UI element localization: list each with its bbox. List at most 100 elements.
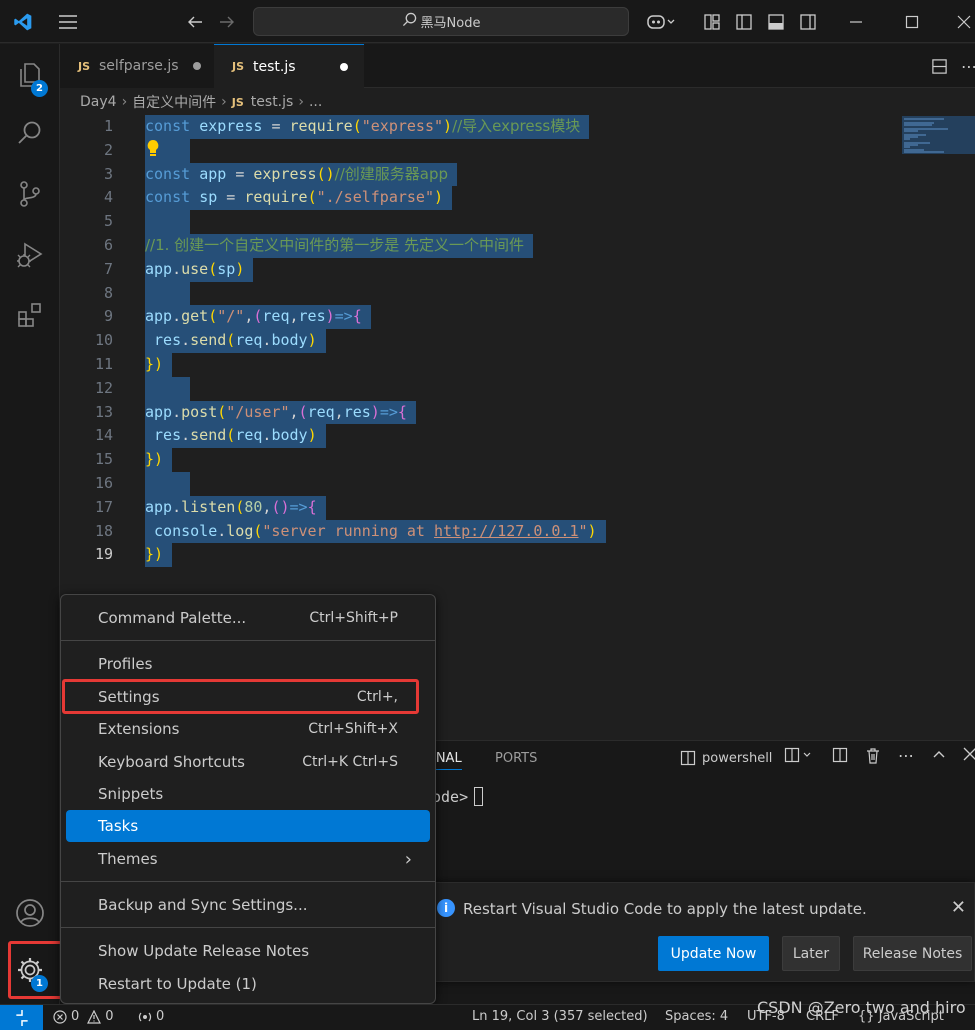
ports-indicator[interactable]: 0 <box>138 1009 164 1024</box>
menu-item-extensions[interactable]: Extensions Ctrl+Shift+X <box>66 713 430 745</box>
breadcrumb-folder[interactable]: Day4 <box>80 94 117 110</box>
explorer-icon[interactable]: 2 <box>0 49 60 101</box>
menu-separator <box>61 640 435 641</box>
code-line[interactable]: app.get("/",(req,res)=>{ <box>145 305 371 330</box>
split-view-icon[interactable] <box>832 747 848 767</box>
broadcast-icon <box>138 1012 152 1021</box>
indentation[interactable]: Spaces: 4 <box>665 1009 728 1024</box>
code-line[interactable]: }) <box>145 543 173 568</box>
explorer-badge: 2 <box>31 80 48 97</box>
menu-item-snippets[interactable]: Snippets <box>66 778 430 810</box>
problems-indicator[interactable]: 0 0 <box>53 1009 114 1024</box>
command-center-search[interactable]: 黑马Node <box>253 7 629 36</box>
minimap[interactable] <box>902 116 975 154</box>
split-editor-icon[interactable] <box>926 44 952 88</box>
code-line[interactable]: }) <box>145 448 173 472</box>
tab-test[interactable]: JS test.js <box>214 44 364 88</box>
search-icon <box>402 12 417 31</box>
highlight-settings <box>62 679 419 714</box>
maximize-icon[interactable] <box>898 0 926 43</box>
tab-terminal[interactable]: INAL <box>432 751 462 770</box>
code-line[interactable]: const app = express()//创建服务器app <box>145 162 458 187</box>
code-line[interactable]: app.listen(80,()=>{ <box>145 495 326 520</box>
terminal-cursor <box>474 787 484 806</box>
search-view-icon[interactable] <box>0 107 60 159</box>
code-editor[interactable]: 1 2 3 4 5 6 7 8 9 10 11 12 13 14 15 16 17 18 19 const expr… <box>60 114 975 574</box>
copilot-icon[interactable] <box>640 0 682 43</box>
code-line[interactable]: //1. 创建一个自定义中间件的第一步是 先定义一个中间件 <box>145 234 533 258</box>
back-arrow-icon[interactable] <box>182 0 208 43</box>
more-actions-icon[interactable]: ⋯ <box>956 44 975 88</box>
unsaved-dot-icon <box>192 62 201 70</box>
customize-layout-icon[interactable] <box>700 0 724 43</box>
code-line[interactable] <box>145 376 191 401</box>
update-now-button[interactable]: Update Now <box>658 936 769 971</box>
menu-item-show-release-notes[interactable]: Show Update Release Notes <box>66 935 430 967</box>
terminal-prompt: ode> <box>432 787 469 806</box>
menu-item-command-palette[interactable]: Command Palette... Ctrl+Shift+P <box>66 602 430 634</box>
menu-separator <box>61 927 435 928</box>
breadcrumb-file[interactable]: test.js <box>251 94 294 110</box>
close-notification-icon[interactable]: ✕ <box>951 897 966 918</box>
update-notification: i Restart Visual Studio Code to apply th… <box>428 882 975 982</box>
manage-context-menu: Command Palette... Ctrl+Shift+P Profiles… <box>60 594 436 1004</box>
forward-arrow-icon[interactable] <box>214 0 240 43</box>
code-line[interactable]: res.send(req.body) <box>145 424 326 449</box>
code-line[interactable] <box>145 472 191 496</box>
minimize-icon[interactable] <box>842 0 870 43</box>
code-line[interactable]: app.post("/user",(req,res)=>{ <box>145 400 416 425</box>
close-window-icon[interactable] <box>952 0 975 43</box>
menu-item-backup-sync[interactable]: Backup and Sync Settings... <box>66 889 430 921</box>
trash-icon[interactable] <box>865 747 881 768</box>
release-notes-button[interactable]: Release Notes <box>853 936 972 971</box>
code-line[interactable]: app.use(sp) <box>145 257 254 282</box>
line-number: 1 <box>103 117 113 135</box>
breadcrumb-subfolder[interactable]: 自定义中间件 <box>132 92 216 112</box>
menu-icon[interactable] <box>52 0 84 43</box>
notification-message: Restart Visual Studio Code to apply the … <box>463 900 867 918</box>
remote-indicator-icon[interactable] <box>0 1005 43 1030</box>
later-button[interactable]: Later <box>782 936 840 971</box>
breadcrumb-more[interactable]: ... <box>309 94 322 110</box>
line-number: 9 <box>103 307 113 326</box>
highlight-manage-gear <box>8 941 64 999</box>
accounts-icon[interactable] <box>0 887 60 939</box>
more-actions-icon[interactable]: ⋯ <box>898 746 914 765</box>
line-number: 8 <box>103 283 113 302</box>
toggle-primary-sidebar-icon[interactable] <box>732 0 756 43</box>
extensions-icon[interactable] <box>0 289 60 341</box>
toggle-secondary-sidebar-icon[interactable] <box>796 0 820 43</box>
menu-item-restart-update[interactable]: Restart to Update (1) <box>66 968 430 1000</box>
menu-item-themes[interactable]: Themes › <box>66 843 430 875</box>
watermark: CSDN @Zero two and hiro <box>757 998 966 1017</box>
terminal-output[interactable]: ode> <box>432 787 484 806</box>
code-line[interactable]: console.log("server running at http://12… <box>145 519 606 544</box>
error-count: 0 <box>71 1009 80 1024</box>
tab-selfparse[interactable]: JS selfparse.js <box>60 44 214 88</box>
cursor-position[interactable]: Ln 19, Col 3 (357 selected) <box>472 1009 648 1024</box>
js-file-icon: JS <box>231 95 244 109</box>
line-number: 6 <box>103 236 113 254</box>
chevron-right-icon: › <box>221 94 227 110</box>
lightbulb-icon[interactable] <box>145 139 161 161</box>
menu-item-keyboard-shortcuts[interactable]: Keyboard Shortcuts Ctrl+K Ctrl+S <box>66 746 430 778</box>
run-debug-icon[interactable] <box>0 229 60 281</box>
code-line[interactable]: const sp = require("./selfparse") <box>145 186 453 211</box>
line-number: 14 <box>94 426 113 445</box>
tab-ports[interactable]: PORTS <box>495 751 537 766</box>
menu-item-tasks[interactable]: Tasks <box>66 810 430 842</box>
split-terminal-icon[interactable] <box>784 747 814 767</box>
code-line[interactable] <box>145 210 191 234</box>
code-line[interactable]: res.send(req.body) <box>145 329 326 353</box>
close-panel-icon[interactable] <box>963 747 975 765</box>
code-line[interactable]: }) <box>145 353 173 377</box>
source-control-icon[interactable] <box>0 168 60 220</box>
menu-item-profiles[interactable]: Profiles <box>66 648 430 680</box>
toggle-panel-icon[interactable] <box>764 0 788 43</box>
code-line[interactable] <box>145 281 191 306</box>
maximize-panel-chevron-icon[interactable] <box>931 747 947 767</box>
line-number: 19 <box>94 545 113 564</box>
code-line[interactable]: const express = require("express")//导入ex… <box>145 115 590 139</box>
line-number: 10 <box>94 331 113 350</box>
terminal-shell-selector[interactable]: powershell <box>680 750 772 766</box>
